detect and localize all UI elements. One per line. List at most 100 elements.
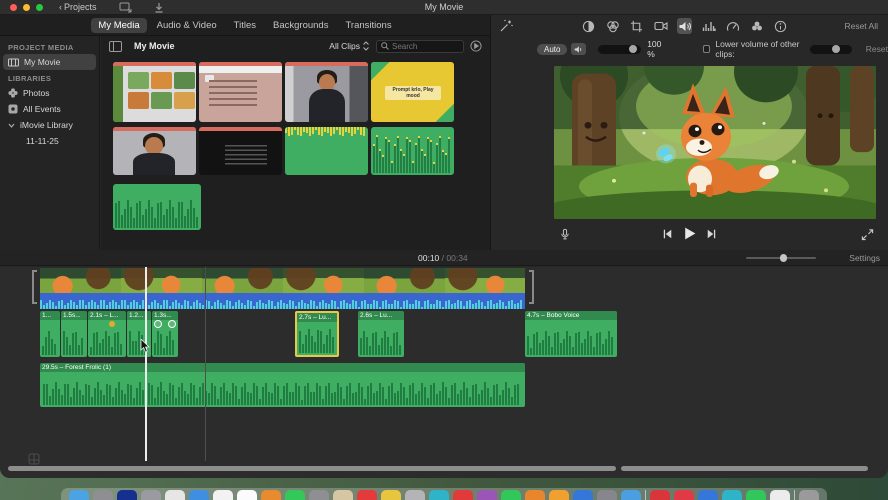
zoom-window-button[interactable] bbox=[36, 3, 43, 11]
audio-clip-8[interactable]: 4.7s – Bobo Voice bbox=[525, 311, 617, 357]
audio-clip-7[interactable]: 2.6s – Lu... bbox=[358, 311, 404, 357]
dock-app-icon[interactable] bbox=[165, 490, 185, 500]
dock-app-icon[interactable] bbox=[405, 490, 425, 500]
dock-app-icon[interactable] bbox=[429, 490, 449, 500]
media-thumbnail-webcam[interactable] bbox=[113, 127, 196, 175]
dock-app-icon[interactable] bbox=[93, 490, 113, 500]
dock-app-icon[interactable] bbox=[141, 490, 161, 500]
timeline-hscrollbar[interactable] bbox=[621, 466, 868, 471]
timeline-hscrollbar[interactable] bbox=[8, 466, 616, 471]
reset-button[interactable]: Reset bbox=[866, 44, 888, 54]
dock-app-icon[interactable] bbox=[650, 490, 670, 500]
media-thumbnail-screenshot-grid[interactable] bbox=[113, 62, 196, 122]
media-thumbnail-terminal[interactable] bbox=[199, 127, 282, 175]
preview-viewer[interactable] bbox=[554, 66, 876, 219]
volume-slider-knob[interactable] bbox=[629, 45, 638, 53]
tab-audio-video[interactable]: Audio & Video bbox=[150, 18, 224, 33]
minimize-window-button[interactable] bbox=[23, 3, 30, 11]
sidebar-item-imovie-library[interactable]: iMovie Library bbox=[0, 117, 99, 133]
media-thumbnail-audio-1[interactable] bbox=[285, 127, 368, 175]
dock-app-icon[interactable] bbox=[213, 490, 233, 500]
audio-clip-1[interactable]: 1... bbox=[40, 311, 60, 357]
media-thumbnail-audio-3[interactable] bbox=[113, 184, 201, 230]
dock-app-icon[interactable] bbox=[357, 490, 377, 500]
sidebar-item-my-movie[interactable]: My Movie bbox=[3, 54, 96, 70]
tab-backgrounds[interactable]: Backgrounds bbox=[266, 18, 335, 33]
dock-app-icon[interactable] bbox=[189, 490, 209, 500]
clip-trim-handle-right[interactable] bbox=[529, 270, 534, 304]
dock-app-icon[interactable] bbox=[237, 490, 257, 500]
clip-trim-handle-left[interactable] bbox=[32, 270, 37, 304]
timeline-zoom-slider[interactable] bbox=[746, 254, 816, 262]
color-balance-icon[interactable] bbox=[581, 18, 596, 34]
info-icon[interactable] bbox=[773, 18, 788, 34]
tab-transitions[interactable]: Transitions bbox=[338, 18, 398, 33]
clip-filter-dropdown[interactable]: All Clips bbox=[329, 41, 370, 51]
speed-icon[interactable] bbox=[725, 18, 740, 34]
timeline-zoom-knob[interactable] bbox=[779, 254, 787, 262]
projects-back-button[interactable]: ‹ Projects bbox=[59, 2, 97, 12]
audio-clip-6-selected[interactable]: 2.7s – Lu... bbox=[295, 311, 339, 357]
skip-back-button[interactable] bbox=[661, 228, 673, 240]
media-thumbnail-design[interactable]: Prompt krlo, Play mood bbox=[371, 62, 454, 122]
dock-app-icon[interactable] bbox=[621, 490, 641, 500]
download-icon[interactable] bbox=[154, 2, 164, 13]
dock-app-icon[interactable] bbox=[597, 490, 617, 500]
media-thumbnail-document[interactable] bbox=[199, 62, 282, 122]
timeline-settings-button[interactable]: Settings bbox=[849, 253, 880, 263]
dock-app-icon[interactable] bbox=[501, 490, 521, 500]
color-correction-icon[interactable] bbox=[605, 18, 620, 34]
dock-app-icon[interactable] bbox=[69, 490, 89, 500]
dock-app-icon[interactable] bbox=[573, 490, 593, 500]
dock-app-icon[interactable] bbox=[261, 490, 281, 500]
dock-app-icon[interactable] bbox=[333, 490, 353, 500]
dock-app-icon[interactable] bbox=[117, 490, 137, 500]
ducking-slider-knob[interactable] bbox=[831, 45, 840, 53]
dock-app-icon[interactable] bbox=[722, 490, 742, 500]
sidebar-item-event-date[interactable]: 11-11-25 bbox=[0, 133, 99, 149]
auto-volume-button[interactable]: Auto bbox=[537, 43, 568, 55]
lower-volume-checkbox[interactable] bbox=[703, 45, 711, 53]
sidebar-item-all-events[interactable]: All Events bbox=[0, 101, 99, 117]
tab-my-media[interactable]: My Media bbox=[91, 17, 147, 33]
dock-app-icon[interactable] bbox=[746, 490, 766, 500]
skip-forward-button[interactable] bbox=[706, 228, 718, 240]
sidebar-item-photos[interactable]: Photos bbox=[0, 85, 99, 101]
volume-icon[interactable] bbox=[677, 18, 692, 34]
mute-button[interactable] bbox=[571, 43, 586, 55]
timeline[interactable]: 1... 1.5s... 2.1s – L... 1.2... 1.3s... … bbox=[0, 267, 888, 478]
dock-app-icon[interactable] bbox=[698, 490, 718, 500]
volume-slider[interactable] bbox=[597, 44, 642, 54]
stabilization-icon[interactable] bbox=[653, 18, 668, 34]
dock-app-icon[interactable] bbox=[453, 490, 473, 500]
hide-browser-icon[interactable] bbox=[470, 40, 482, 52]
playhead[interactable] bbox=[145, 267, 147, 461]
reset-all-button[interactable]: Reset All bbox=[844, 21, 878, 31]
ducking-slider[interactable] bbox=[809, 44, 852, 54]
music-clip[interactable]: 29.5s – Forest Frolic (1) bbox=[40, 363, 525, 407]
video-clip-filmstrip[interactable] bbox=[40, 268, 525, 293]
search-field[interactable] bbox=[376, 39, 464, 53]
clip-filter-icon[interactable] bbox=[749, 18, 764, 34]
media-thumbnail-presenter[interactable] bbox=[285, 62, 368, 122]
close-window-button[interactable] bbox=[10, 3, 17, 11]
browser-appearance-icon[interactable] bbox=[109, 40, 122, 52]
dock-app-icon[interactable] bbox=[799, 490, 819, 500]
dock-app-icon[interactable] bbox=[309, 490, 329, 500]
crop-icon[interactable] bbox=[629, 18, 644, 34]
search-input[interactable] bbox=[392, 41, 459, 51]
fullscreen-icon[interactable] bbox=[861, 228, 874, 241]
audio-clip-5[interactable]: 1.3s... bbox=[152, 311, 178, 357]
enhance-wand-icon[interactable] bbox=[499, 19, 513, 33]
dock-app-icon[interactable] bbox=[285, 490, 305, 500]
audio-clip-2[interactable]: 1.5s... bbox=[61, 311, 87, 357]
dock-app-icon[interactable] bbox=[674, 490, 694, 500]
tab-titles[interactable]: Titles bbox=[227, 18, 263, 33]
dock-app-icon[interactable] bbox=[477, 490, 497, 500]
dock-app-icon[interactable] bbox=[770, 490, 790, 500]
chevron-down-icon[interactable] bbox=[8, 123, 15, 128]
video-audio-track[interactable] bbox=[40, 293, 525, 309]
noise-reduction-icon[interactable] bbox=[701, 18, 716, 34]
media-thumbnail-audio-2[interactable] bbox=[371, 127, 454, 175]
dock-app-icon[interactable] bbox=[549, 490, 569, 500]
